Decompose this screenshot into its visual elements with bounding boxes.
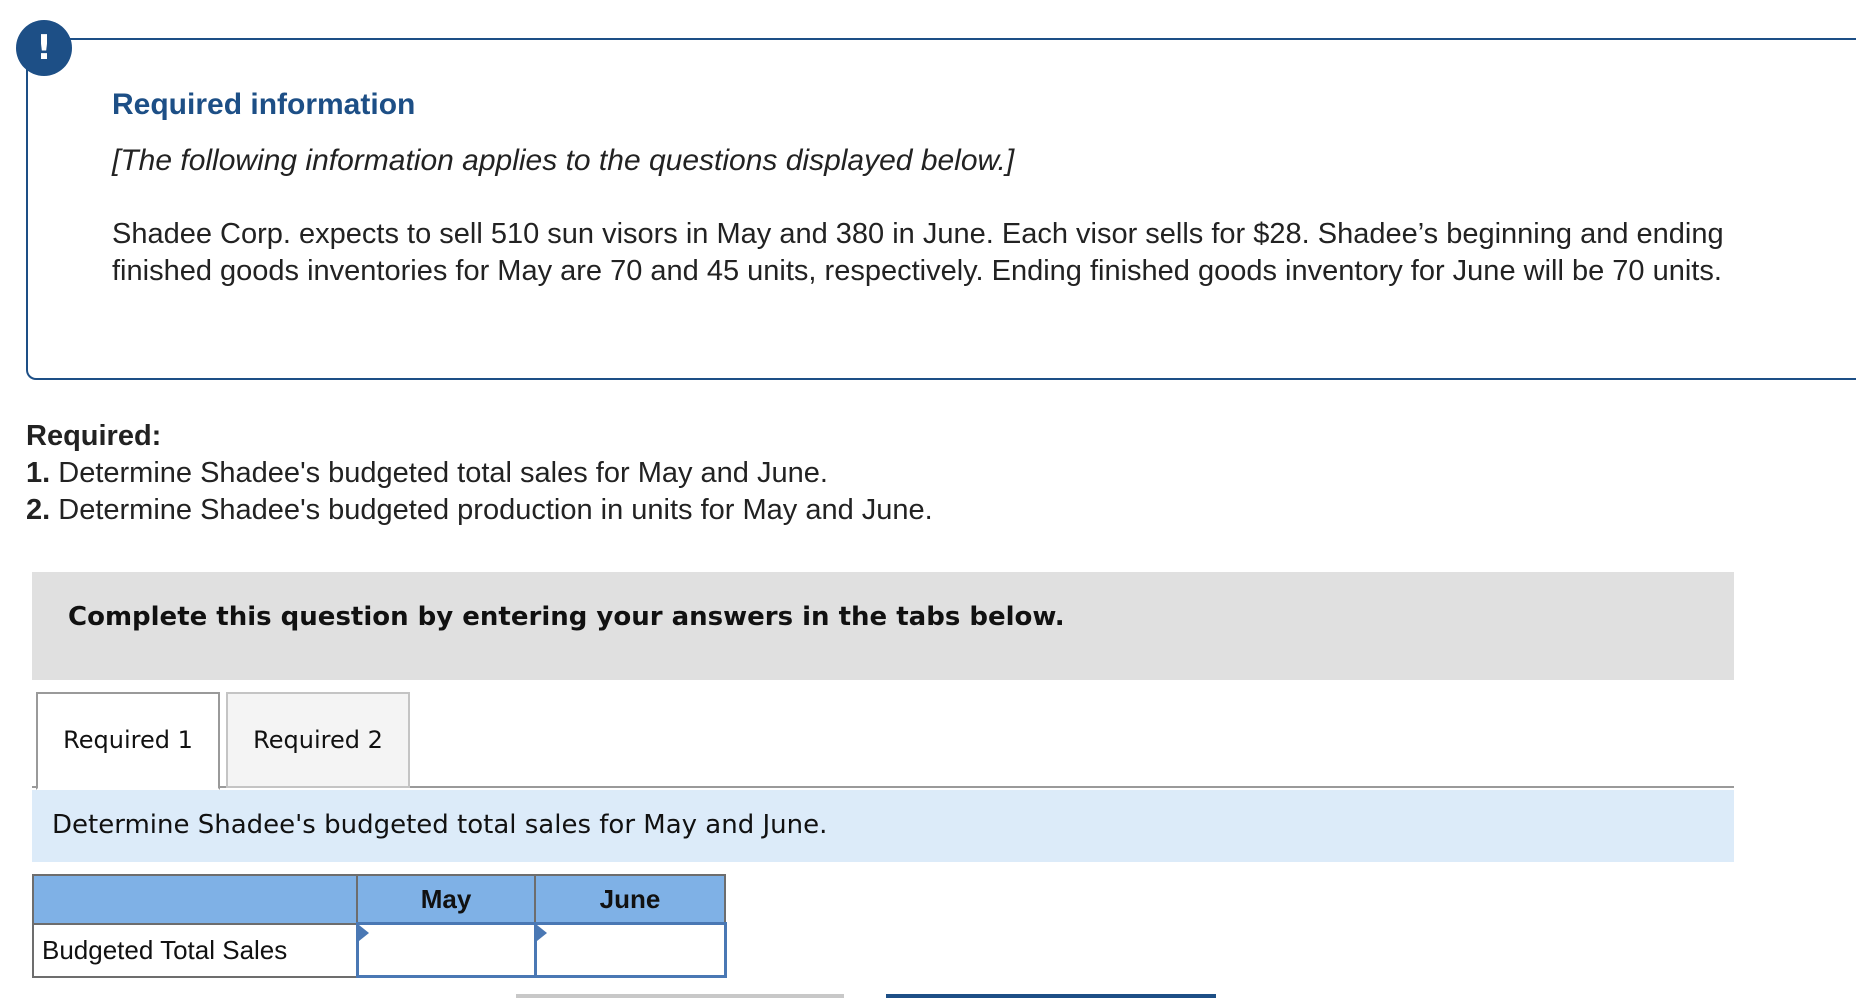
june-sales-input[interactable] [536, 926, 724, 974]
info-body: Shadee Corp. expects to sell 510 sun vis… [112, 218, 1724, 287]
required-item-text: Determine Shadee's budgeted total sales … [58, 457, 828, 489]
cell-marker-icon [536, 925, 547, 941]
required-section: Required: 1. Determine Shadee's budgeted… [26, 418, 933, 529]
column-header-may: May [356, 874, 536, 925]
required-item-1: 1. Determine Shadee's budgeted total sal… [26, 455, 933, 492]
required-item-2: 2. Determine Shadee's budgeted productio… [26, 492, 933, 529]
info-title: Required information [112, 88, 416, 121]
instruction-text: Complete this question by entering your … [68, 602, 1065, 632]
required-item-number: 2. [26, 494, 51, 526]
cell-marker-icon [358, 925, 369, 941]
instruction-banner: Complete this question by entering your … [32, 572, 1734, 680]
prev-button[interactable] [516, 994, 844, 998]
may-sales-input[interactable] [358, 926, 534, 974]
alert-icon: ! [16, 20, 72, 76]
table-corner-header [32, 874, 358, 925]
table-header-row: May June [32, 874, 726, 925]
next-button[interactable] [886, 994, 1216, 998]
info-note: [The following information applies to th… [112, 144, 1015, 177]
row-label-budgeted-total-sales: Budgeted Total Sales [32, 922, 358, 978]
prompt-text: Determine Shadee's budgeted total sales … [52, 810, 828, 840]
table-row: Budgeted Total Sales [32, 922, 727, 978]
column-header-june: June [534, 874, 726, 925]
answer-table: May June Budgeted Total Sales [32, 874, 727, 978]
tab-bar: Required 1 Required 2 [32, 692, 1734, 790]
tab-required-2[interactable]: Required 2 [226, 692, 410, 788]
tab-required-1[interactable]: Required 1 [36, 692, 220, 790]
required-heading: Required: [26, 420, 162, 452]
question-prompt: Determine Shadee's budgeted total sales … [32, 790, 1734, 862]
required-item-number: 1. [26, 457, 51, 489]
may-sales-cell [355, 922, 537, 978]
june-sales-cell [533, 922, 727, 978]
required-item-text: Determine Shadee's budgeted production i… [58, 494, 933, 526]
